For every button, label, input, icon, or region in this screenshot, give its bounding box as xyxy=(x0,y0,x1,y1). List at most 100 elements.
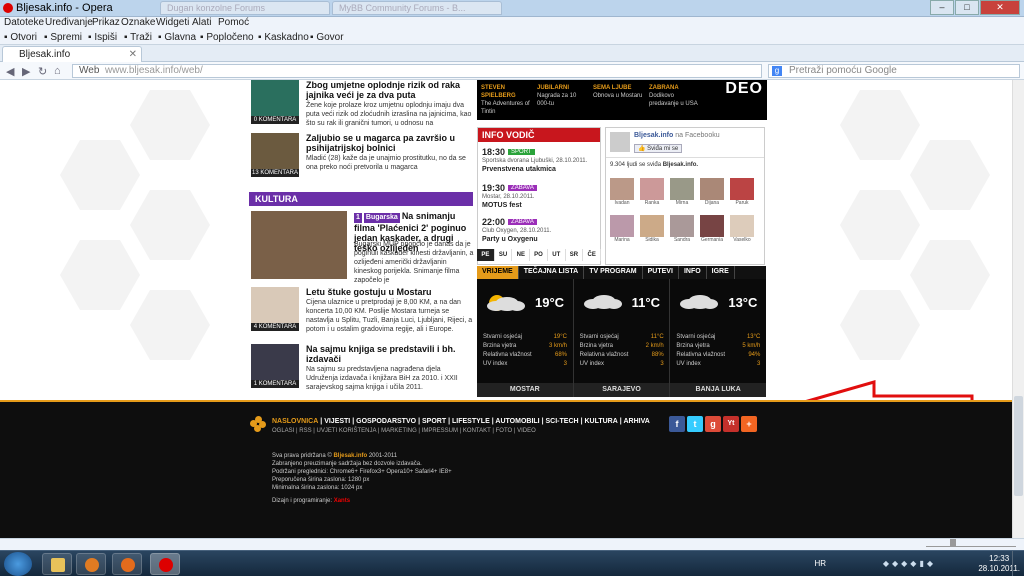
menu-uredivanje[interactable]: Uređivanje xyxy=(45,17,93,28)
voice-button[interactable]: ▪ Govor xyxy=(310,32,344,43)
news-thumbnail[interactable] xyxy=(251,211,347,279)
section-header-kultura[interactable]: KULTURA xyxy=(249,192,473,206)
facebook-page-name[interactable]: Bljesak.info na Facebooku xyxy=(634,132,720,139)
day-tab[interactable]: NE xyxy=(512,249,531,261)
weather-city[interactable]: 11°C Stvarni osjećaj 11°C Brzina vjetra 2 … xyxy=(573,279,671,397)
news-thumbnail[interactable] xyxy=(251,344,299,380)
fan-avatar[interactable]: Sidika xyxy=(640,215,664,244)
tab-info[interactable]: INFO xyxy=(679,266,707,279)
comment-count[interactable]: 4 KOMENTARA xyxy=(251,323,299,331)
facebook-like-button[interactable]: 👍 Sviđa mi se xyxy=(634,144,683,153)
language-indicator[interactable]: HR xyxy=(814,559,826,568)
news-thumbnail[interactable] xyxy=(251,287,299,323)
fan-avatar[interactable]: Paruk xyxy=(730,178,754,207)
facebook-icon[interactable]: f xyxy=(669,416,685,432)
print-button[interactable]: ▪ Ispiši xyxy=(88,32,117,43)
google-plus-icon[interactable]: g xyxy=(705,416,721,432)
fan-avatar[interactable]: Mirna xyxy=(670,178,694,207)
tab-vrijeme[interactable]: VRIJEME xyxy=(477,266,519,279)
fan-avatar[interactable]: Dijana xyxy=(700,178,724,207)
address-input[interactable]: Web www.bljesak.info/web/ xyxy=(72,64,762,78)
footer-link[interactable]: IMPRESSUM xyxy=(422,428,458,434)
news-title[interactable]: Zbog umjetne oplodnje rizik od raka jajn… xyxy=(306,80,474,100)
rights-b[interactable]: Bljesak.info xyxy=(333,453,367,459)
opera-taskbar-button[interactable] xyxy=(150,553,180,575)
footer-link[interactable]: UVJETI KORIŠTENJA xyxy=(317,428,377,434)
tab-bljesak[interactable]: Bljesak.info ✕ xyxy=(2,46,142,62)
footer-link[interactable]: GOSPODARSTVO xyxy=(356,418,416,425)
search-input[interactable]: g Pretraži pomoću Google xyxy=(768,64,1020,78)
news-thumbnail[interactable] xyxy=(251,133,299,169)
home-icon[interactable]: ⌂ xyxy=(54,65,61,77)
comment-count[interactable]: 13 KOMENTARA xyxy=(251,169,299,177)
tray-icons[interactable]: ◆◆◆◆▮◆ xyxy=(883,559,936,568)
close-button[interactable]: ✕ xyxy=(980,0,1020,15)
video-item[interactable]: STEVEN SPIELBERG The Adventures of Tintin xyxy=(481,84,533,116)
footer-link[interactable]: OGLASI xyxy=(272,428,294,434)
video-item[interactable]: JUBILARNI Nagrada za 10 000-tu xyxy=(537,84,589,108)
footer-link[interactable]: LIFESTYLE xyxy=(452,418,490,425)
cascade-button[interactable]: ▪ Kaskadno xyxy=(258,32,309,43)
menu-pomoc[interactable]: Pomoć xyxy=(218,17,249,28)
day-tab[interactable]: UT xyxy=(548,249,566,261)
footer-link[interactable]: VIJESTI xyxy=(324,418,350,425)
footer-link[interactable]: FOTO xyxy=(496,428,513,434)
maximize-button[interactable]: □ xyxy=(955,0,979,15)
youtube-icon[interactable]: Yt xyxy=(723,416,739,432)
footer-link[interactable]: MARKETING xyxy=(381,428,417,434)
footer-link[interactable]: VIDEO xyxy=(517,428,536,434)
fan-avatar[interactable]: Sandra xyxy=(670,215,694,244)
tab-tv-program[interactable]: TV PROGRAM xyxy=(584,266,643,279)
home-button[interactable]: ▪ Glavna xyxy=(158,32,196,43)
facebook-page-logo[interactable] xyxy=(610,132,630,152)
menu-widgeti[interactable]: Widgeti xyxy=(156,17,189,28)
footer-link[interactable]: SCI-TECH xyxy=(546,418,579,425)
event-item[interactable]: 22:00 ZABAVA Club Oxygen, 28.10.2011. Par… xyxy=(482,216,600,244)
scrollbar-thumb[interactable] xyxy=(1014,396,1023,496)
plus-icon[interactable]: + xyxy=(741,416,757,432)
menu-oznake[interactable]: Oznake xyxy=(121,17,155,28)
show-desktop-button[interactable] xyxy=(1012,551,1024,576)
open-button[interactable]: ▪ Otvori xyxy=(4,32,37,43)
footer-link[interactable]: AUTOMOBILI xyxy=(495,418,539,425)
day-tab[interactable]: SR xyxy=(566,249,584,261)
dev-name[interactable]: Xants xyxy=(334,498,350,504)
news-thumbnail[interactable] xyxy=(251,80,299,116)
footer-link[interactable]: ARHIVA xyxy=(623,418,649,425)
badge-tag[interactable]: Bugarska xyxy=(363,213,400,223)
search-button[interactable]: ▪ Traži xyxy=(124,32,152,43)
footer-link[interactable]: SPORT xyxy=(422,418,446,425)
zoom-slider[interactable] xyxy=(926,539,1016,547)
tab-tecajna-lista[interactable]: TEČAJNA LISTA xyxy=(519,266,585,279)
start-button[interactable] xyxy=(4,552,32,576)
news-title[interactable]: Na sajmu knjiga se predstavili i bh. izd… xyxy=(306,344,474,364)
page-scrollbar[interactable] xyxy=(1012,80,1024,538)
video-item[interactable]: SEMA LJUBE Obnova u Mostaru xyxy=(593,84,645,100)
forward-icon[interactable]: ▶ xyxy=(22,65,30,78)
background-tab[interactable]: Dugan konzolne Forums xyxy=(160,1,330,15)
back-icon[interactable]: ◀ xyxy=(6,65,14,78)
news-title[interactable]: Letu štuke gostuju u Mostaru xyxy=(306,287,474,297)
event-item[interactable]: 19:30 ZABAVA Mostar, 28.10.2011. MOTUS fe… xyxy=(482,182,600,210)
fan-avatar[interactable]: Ranka xyxy=(640,178,664,207)
video-item[interactable]: ZABRANA Dodikovo predavanje u USA xyxy=(649,84,701,108)
zoom-handle[interactable] xyxy=(950,539,956,547)
fan-avatar[interactable]: Ivadan xyxy=(610,178,634,207)
menu-alati[interactable]: Alati xyxy=(192,17,211,28)
site-logo-icon[interactable] xyxy=(250,416,266,432)
media-player-taskbar-button[interactable] xyxy=(76,553,106,575)
comment-count[interactable]: 0 KOMENTARA xyxy=(251,116,299,124)
day-tab[interactable]: ČE xyxy=(583,249,602,261)
weather-city[interactable]: 13°C Stvarni osjećaj 13°C Brzina vjetra 5 … xyxy=(670,279,767,397)
minimize-button[interactable]: – xyxy=(930,0,954,15)
tab-putevi[interactable]: PUTEVI xyxy=(643,266,679,279)
comment-count[interactable]: 1 KOMENTARA xyxy=(251,380,299,388)
footer-link[interactable]: KONTAKT xyxy=(463,428,491,434)
fan-avatar[interactable]: Marina xyxy=(610,215,634,244)
tile-button[interactable]: ▪ Popločeno xyxy=(200,32,254,43)
save-button[interactable]: ▪ Spremi xyxy=(44,32,82,43)
event-item[interactable]: 18:30 SPORT Sportska dvorana Ljubuški, 28… xyxy=(482,146,600,174)
twitter-icon[interactable]: t xyxy=(687,416,703,432)
footer-link[interactable]: KULTURA xyxy=(584,418,617,425)
news-title[interactable]: Zaljubio se u magarca pa završio u psihi… xyxy=(306,133,474,153)
